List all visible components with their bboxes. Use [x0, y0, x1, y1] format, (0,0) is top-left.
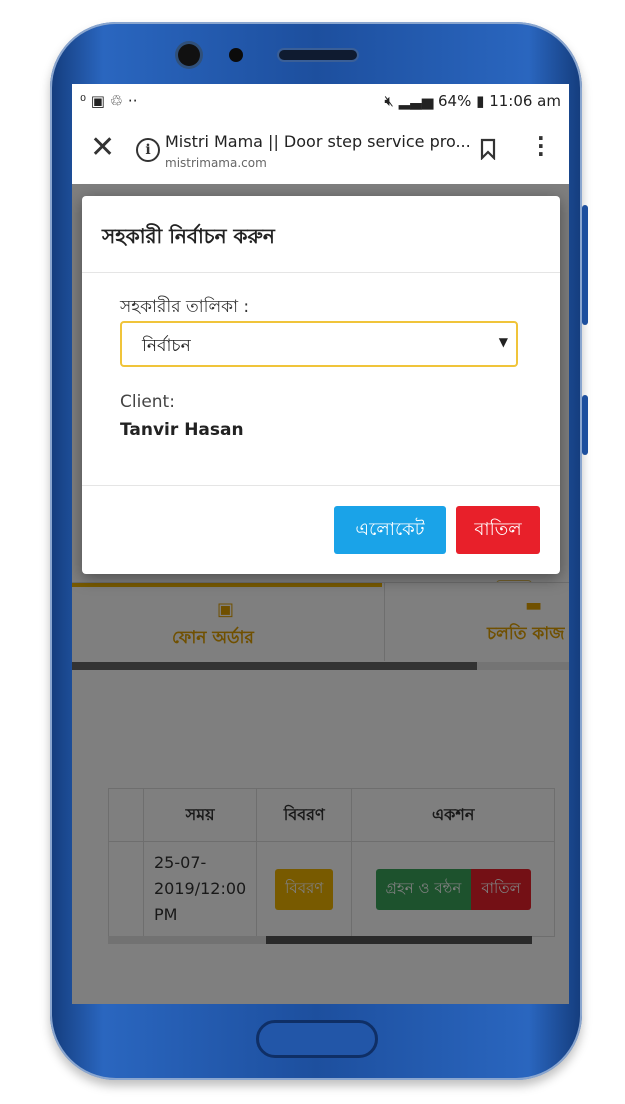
client-name: Tanvir Hasan — [120, 420, 244, 440]
assistant-list-label: সহকারীর তালিকা : — [120, 297, 250, 317]
assistant-select-modal: সহকারী নির্বাচন করুন সহকারীর তালিকা : নি… — [82, 196, 560, 574]
more-menu-icon[interactable]: · · · — [537, 128, 545, 164]
battery-percent: 64% — [438, 92, 472, 110]
bookmark-icon[interactable] — [480, 138, 496, 160]
battery-icon: ▮ — [476, 92, 485, 110]
signal-icon: ▂▃▅ — [398, 92, 434, 110]
volume-button — [582, 205, 588, 325]
status-icons-left: ⁰ ▣ ♲ ·· — [80, 92, 138, 110]
chevron-down-icon: ▼ — [498, 335, 508, 349]
front-camera — [178, 44, 200, 66]
modal-footer: এলোকেট বাতিল — [82, 485, 560, 575]
client-label: Client: — [120, 392, 175, 412]
info-icon[interactable]: i — [136, 138, 160, 162]
proximity-sensor — [229, 48, 243, 62]
modal-title: সহকারী নির্বাচন করুন — [102, 224, 275, 248]
clock: 11:06 am — [489, 92, 561, 110]
page-host[interactable]: mistrimama.com — [165, 156, 267, 170]
power-button — [582, 395, 588, 455]
cancel-button[interactable]: বাতিল — [456, 506, 540, 554]
modal-header: সহকারী নির্বাচন করুন — [82, 196, 560, 273]
home-button[interactable] — [256, 1020, 378, 1058]
browser-toolbar: ✕ i Mistri Mama || Door step service pro… — [72, 118, 569, 185]
page-title[interactable]: Mistri Mama || Door step service pro... — [165, 132, 471, 151]
close-icon[interactable]: ✕ — [90, 128, 115, 168]
assistant-select-value: নির্বাচন — [142, 336, 191, 356]
phone-screen: ⁰ ▣ ♲ ·· 🔇︎ ▂▃▅ 64% ▮ 11:06 am ✕ i Mistr… — [72, 84, 569, 1004]
allocate-button[interactable]: এলোকেট — [334, 506, 446, 554]
mute-icon: 🔇︎ — [384, 92, 394, 110]
assistant-select[interactable]: নির্বাচন ▼ — [120, 321, 518, 367]
earpiece-speaker — [279, 50, 357, 60]
status-right: 🔇︎ ▂▃▅ 64% ▮ 11:06 am — [384, 92, 561, 110]
status-bar: ⁰ ▣ ♲ ·· 🔇︎ ▂▃▅ 64% ▮ 11:06 am — [72, 84, 569, 118]
